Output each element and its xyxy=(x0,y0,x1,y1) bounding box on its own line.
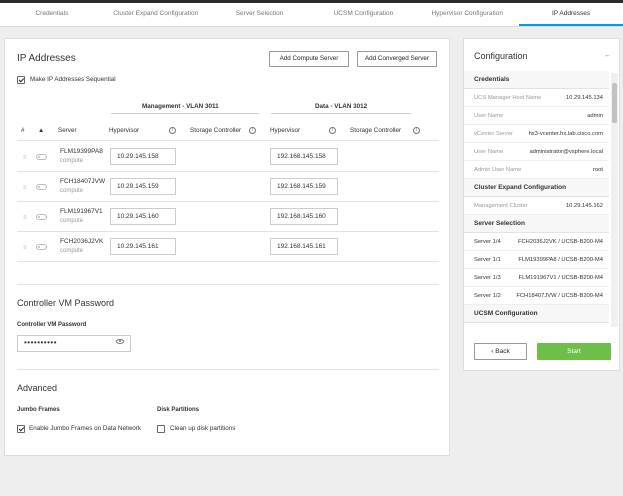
summary-scroll-area[interactable]: Credentials UCS Manager Host Name 10.29.1… xyxy=(464,71,609,327)
tab-server-selection[interactable]: Server Selection xyxy=(208,3,312,26)
add-converged-server-button[interactable]: Add Converged Server xyxy=(357,51,437,67)
table-row: ≡ FCH2036J2VK compute 10.29.145.161 192.… xyxy=(17,232,439,262)
disk-partitions-checkbox[interactable] xyxy=(157,425,165,433)
server-name: FCH2036J2VK xyxy=(60,238,104,245)
sequential-label: Make IP Addresses Sequential xyxy=(30,76,116,83)
summary-item: Management Cluster 10.29.145.162 xyxy=(464,197,609,215)
summary-item: User Name admin xyxy=(464,107,609,125)
add-compute-server-button[interactable]: Add Compute Server xyxy=(269,51,349,67)
drag-handle-icon[interactable]: ≡ xyxy=(23,185,26,191)
controller-vm-password-label: Controller VM Password xyxy=(17,322,87,328)
server-name: FLM19399PA8 xyxy=(60,148,103,155)
drag-handle-icon[interactable]: ≡ xyxy=(23,245,26,251)
info-icon[interactable]: i xyxy=(329,127,336,134)
row-toggle[interactable] xyxy=(36,184,47,190)
disk-partitions-checkbox-label: Clean up disk partitions xyxy=(170,425,236,432)
row-toggle[interactable] xyxy=(36,214,47,220)
column-data-storage-controller: Storage Controller xyxy=(350,127,402,134)
management-hypervisor-ip-input[interactable]: 10.29.145.160 xyxy=(110,208,176,225)
password-value: •••••••••• xyxy=(24,338,58,347)
summary-item: User Name administrator@vsphere.local xyxy=(464,143,609,161)
chevron-left-icon: ‹ xyxy=(491,348,494,355)
row-toggle[interactable] xyxy=(36,154,47,160)
server-name: FLM191967V1 xyxy=(60,208,103,215)
table-row: ≡ FLM191967V1 compute 10.29.145.160 192.… xyxy=(17,202,439,232)
table-row: ≡ FCH18407JVW compute 10.29.145.159 192.… xyxy=(17,172,439,202)
controller-vm-section-title: Controller VM Password xyxy=(17,298,115,308)
info-icon[interactable]: i xyxy=(413,127,420,134)
column-storage-controller: Storage Controller xyxy=(190,127,242,134)
management-group-line xyxy=(111,113,259,114)
tab-cluster-expand-configuration[interactable]: Cluster Expand Configuration xyxy=(104,3,208,26)
section-divider xyxy=(17,369,439,370)
table-header-divider xyxy=(17,140,439,141)
table-row: ≡ FLM19399PA8 compute 10.29.145.158 192.… xyxy=(17,142,439,172)
tab-ucsm-configuration[interactable]: UCSM Configuration xyxy=(311,3,415,26)
summary-item: Server 1/3 FLM191967V1 / UCSB-B200-M4 xyxy=(464,269,609,287)
management-vlan-heading: Management - VLAN 3011 xyxy=(142,103,219,110)
configuration-summary-panel: Configuration ← Credentials UCS Manager … xyxy=(463,38,620,371)
tab-credentials[interactable]: Credentials xyxy=(0,3,104,26)
back-label: Back xyxy=(495,348,510,355)
data-hypervisor-ip-input[interactable]: 192.168.145.158 xyxy=(270,148,338,165)
server-type: compute xyxy=(60,248,84,254)
server-type: compute xyxy=(60,218,84,224)
column-server: Server xyxy=(58,127,77,134)
data-hypervisor-ip-input[interactable]: 192.168.145.160 xyxy=(270,208,338,225)
summary-item: Admin User Name root xyxy=(464,161,609,179)
summary-item: Server 1/2 FCH18407JVW / UCSB-B200-M4 xyxy=(464,287,609,305)
summary-item: UCS Manager Host Name 10.29.145.134 xyxy=(464,89,609,107)
data-hypervisor-ip-input[interactable]: 192.168.145.161 xyxy=(270,238,338,255)
start-button[interactable]: Start xyxy=(537,343,611,360)
page-title: IP Addresses xyxy=(17,53,76,64)
sort-icon[interactable]: ▲ xyxy=(38,127,44,134)
wizard-tabs: Credentials Cluster Expand Configuration… xyxy=(0,3,623,27)
server-type: compute xyxy=(60,158,84,164)
sequential-checkbox[interactable] xyxy=(17,76,25,84)
server-type: compute xyxy=(60,188,84,194)
ip-addresses-panel: IP Addresses Add Compute Server Add Conv… xyxy=(4,38,450,456)
tab-ip-addresses[interactable]: IP Addresses xyxy=(519,3,623,26)
back-button[interactable]: ‹ Back xyxy=(474,343,527,360)
column-data-hypervisor: Hypervisor xyxy=(270,127,301,134)
summary-section-server-selection: Server Selection xyxy=(464,215,609,233)
drag-handle-icon[interactable]: ≡ xyxy=(23,155,26,161)
summary-section-cluster-expand: Cluster Expand Configuration xyxy=(464,179,609,197)
summary-item: Server 1/1 FLM19399PA8 / UCSB-B200-M4 xyxy=(464,251,609,269)
jumbo-frames-checkbox-label: Enable Jumbo Frames on Data Network xyxy=(29,425,141,432)
summary-scrollbar[interactable] xyxy=(611,73,618,327)
scrollbar-thumb[interactable] xyxy=(612,83,617,123)
drag-handle-icon[interactable]: ≡ xyxy=(23,215,26,221)
column-number: # xyxy=(21,127,25,134)
jumbo-frames-checkbox[interactable] xyxy=(17,425,25,433)
section-divider xyxy=(17,284,439,285)
tab-hypervisor-configuration[interactable]: Hypervisor Configuration xyxy=(415,3,519,26)
management-hypervisor-ip-input[interactable]: 10.29.145.158 xyxy=(110,148,176,165)
data-vlan-heading: Data - VLAN 3012 xyxy=(315,103,368,110)
configuration-title: Configuration xyxy=(474,51,528,61)
controller-vm-password-input[interactable]: •••••••••• xyxy=(17,335,131,352)
info-icon[interactable]: i xyxy=(249,127,256,134)
info-icon[interactable]: i xyxy=(169,127,176,134)
row-toggle[interactable] xyxy=(36,244,47,250)
advanced-section-title: Advanced xyxy=(17,383,58,393)
summary-item: vCenter Server hx3-vcenter.hx.lab.cisco.c… xyxy=(464,125,609,143)
summary-section-credentials: Credentials xyxy=(464,71,609,89)
jumbo-frames-label: Jumbo Frames xyxy=(17,407,60,413)
server-name: FCH18407JVW xyxy=(60,178,106,185)
data-hypervisor-ip-input[interactable]: 192.168.145.159 xyxy=(270,178,338,195)
summary-item: Server 1/4 FCH2036J2VK / UCSB-B200-M4 xyxy=(464,233,609,251)
column-hypervisor: Hypervisor xyxy=(109,127,140,134)
management-hypervisor-ip-input[interactable]: 10.29.145.161 xyxy=(110,238,176,255)
management-hypervisor-ip-input[interactable]: 10.29.145.159 xyxy=(110,178,176,195)
collapse-arrow-icon[interactable]: ← xyxy=(604,52,611,59)
summary-section-ucsm: UCSM Configuration xyxy=(464,305,609,323)
show-password-icon[interactable] xyxy=(116,339,124,344)
data-group-line xyxy=(271,113,411,114)
disk-partitions-label: Disk Partitions xyxy=(157,407,200,413)
